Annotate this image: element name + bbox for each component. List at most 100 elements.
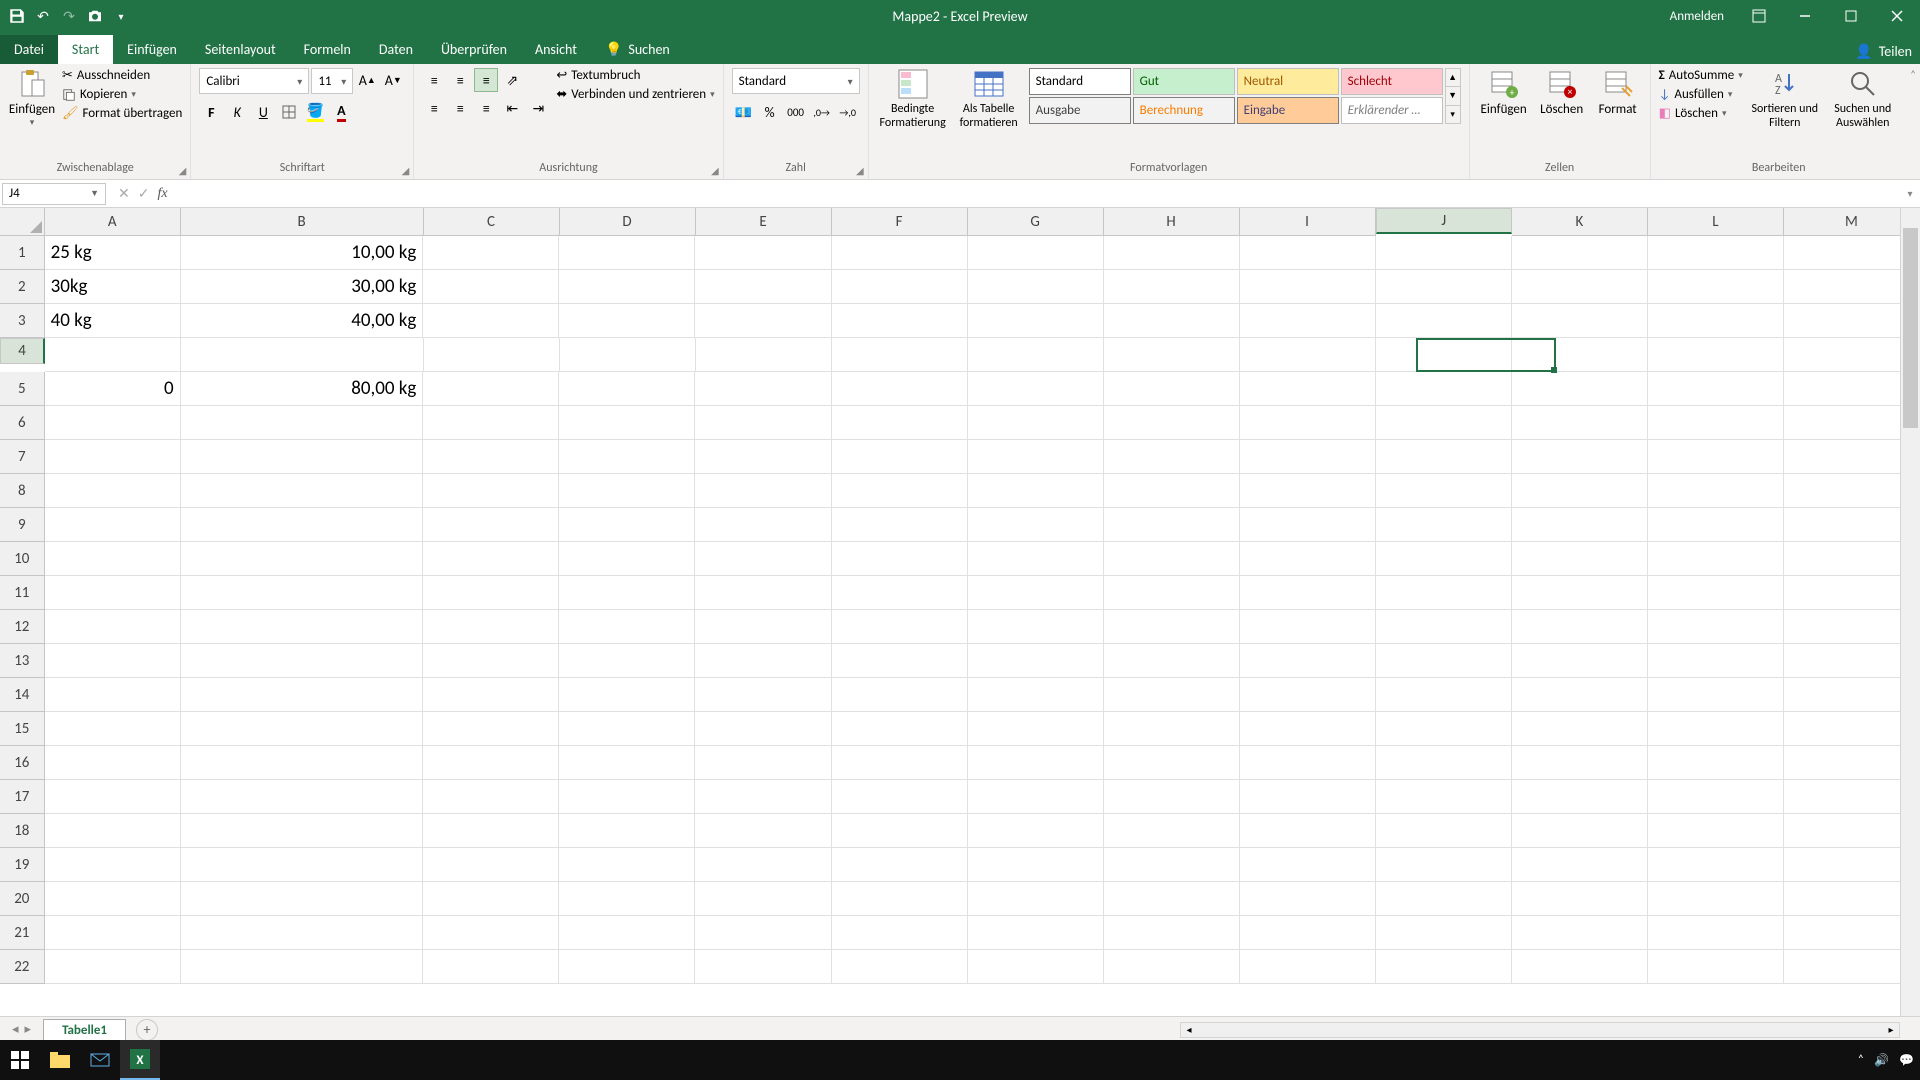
style-swatch[interactable]: Berechnung [1133,97,1235,124]
cell[interactable] [181,746,424,780]
cell[interactable] [1648,372,1784,406]
cell[interactable] [559,576,695,610]
cell[interactable] [1512,780,1648,814]
row-header[interactable]: 9 [0,508,45,542]
maximize-button[interactable] [1828,0,1874,32]
cell[interactable] [1240,814,1376,848]
conditional-formatting-button[interactable]: Bedingte Formatierung [877,68,949,130]
cell[interactable] [559,814,695,848]
cell[interactable] [968,440,1104,474]
cell[interactable] [423,542,559,576]
cell[interactable] [832,780,968,814]
tab-file[interactable]: Datei [0,35,58,64]
share-button[interactable]: Teilen [1879,43,1912,60]
style-swatch[interactable]: Standard [1029,68,1131,95]
save-icon[interactable] [8,7,26,25]
cell[interactable] [45,712,181,746]
wrap-text-button[interactable]: ↩Textumbruch [556,68,714,83]
cell[interactable] [1240,236,1376,270]
sheet-nav-last-icon[interactable]: ▸ [25,1022,32,1037]
fx-icon[interactable]: fx [157,186,173,202]
delete-cells-button[interactable]: × Löschen [1536,68,1588,117]
redo-icon[interactable]: ↷ [60,7,78,25]
row-header[interactable]: 22 [0,950,45,984]
cell[interactable] [1240,950,1376,984]
row-header[interactable]: 2 [0,270,45,304]
cell[interactable] [1240,848,1376,882]
horizontal-scrollbar[interactable]: ◂▸ [1180,1022,1900,1038]
cell[interactable] [1648,712,1784,746]
cell[interactable] [968,780,1104,814]
cell[interactable] [695,678,831,712]
cell[interactable] [832,270,968,304]
cell[interactable] [423,236,559,270]
cell[interactable] [1240,882,1376,916]
cell[interactable] [423,508,559,542]
close-button[interactable] [1874,0,1920,32]
copy-button[interactable]: Kopieren▾ [62,87,182,102]
tab-start[interactable]: Start [58,35,113,64]
cell[interactable] [1512,236,1648,270]
cell[interactable] [832,406,968,440]
cell[interactable] [559,440,695,474]
column-header[interactable]: J [1376,208,1512,234]
cell[interactable] [1104,474,1240,508]
bold-button[interactable]: F [199,100,223,124]
cell[interactable] [181,678,424,712]
cell[interactable] [832,236,968,270]
merge-center-button[interactable]: ⬌Verbinden und zentrieren▾ [556,87,714,102]
cell[interactable] [1240,406,1376,440]
border-button[interactable] [277,100,301,124]
cell[interactable] [1376,474,1512,508]
cell[interactable] [832,440,968,474]
cell[interactable] [832,882,968,916]
cell[interactable] [695,644,831,678]
style-swatch[interactable]: Schlecht [1341,68,1443,95]
undo-icon[interactable]: ↶ [34,7,52,25]
align-right-icon[interactable]: ≡ [474,96,498,120]
align-top-icon[interactable]: ≡ [422,68,446,92]
cell[interactable] [695,542,831,576]
cell[interactable] [423,746,559,780]
sheet-tab-active[interactable]: Tabelle1 [43,1019,126,1041]
cell[interactable] [832,848,968,882]
cell[interactable] [559,712,695,746]
cell[interactable] [695,610,831,644]
cell[interactable] [1376,610,1512,644]
cancel-formula-icon[interactable]: ✕ [118,185,130,202]
cell[interactable] [832,712,968,746]
percent-icon[interactable]: % [758,100,782,124]
row-header[interactable]: 20 [0,882,45,916]
cell[interactable] [1104,576,1240,610]
cell[interactable] [1240,440,1376,474]
decrease-decimal-icon[interactable]: →,0 [836,100,860,124]
add-sheet-button[interactable]: + [136,1019,158,1041]
style-swatch[interactable]: Gut [1133,68,1235,95]
cell[interactable] [423,406,559,440]
cell[interactable] [181,338,424,372]
column-header[interactable]: B [181,208,424,236]
cell[interactable] [968,338,1104,372]
cell[interactable] [45,644,181,678]
number-format-select[interactable]: Standard▾ [732,68,860,94]
cell[interactable] [1240,576,1376,610]
increase-font-icon[interactable]: A▲ [355,68,379,92]
cell[interactable] [423,780,559,814]
cell[interactable] [968,678,1104,712]
row-header[interactable]: 18 [0,814,45,848]
column-header[interactable]: K [1512,208,1648,236]
align-center-icon[interactable]: ≡ [448,96,472,120]
cell[interactable] [1376,576,1512,610]
cell[interactable] [1648,848,1784,882]
cell[interactable] [45,440,181,474]
cell[interactable] [423,712,559,746]
cell[interactable] [559,542,695,576]
cell[interactable] [695,576,831,610]
cell[interactable] [695,916,831,950]
cell[interactable] [1648,950,1784,984]
cell[interactable] [695,304,831,338]
column-header[interactable]: D [560,208,696,236]
cell[interactable] [695,474,831,508]
decrease-indent-icon[interactable]: ⇤ [500,96,524,120]
cell[interactable] [1104,848,1240,882]
